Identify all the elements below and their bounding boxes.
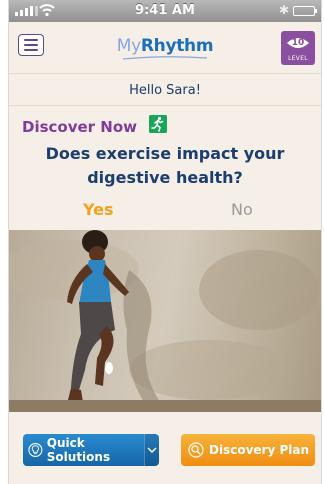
status-time: 9:41 AM [135, 3, 195, 18]
chevron-down-icon[interactable] [144, 434, 159, 466]
divider [9, 105, 321, 106]
running-person-icon [149, 115, 167, 133]
ground [9, 400, 321, 412]
battery-icon [293, 6, 317, 16]
discovery-plan-label: Discovery Plan [209, 443, 310, 457]
discovery-plan-button[interactable]: Discovery Plan [181, 434, 315, 466]
level-number: 10 [291, 38, 305, 48]
footer-bar: Quick Solutions Discovery Plan [9, 412, 321, 484]
app-logo: MyRhythm [9, 36, 321, 56]
runner-illustration [9, 230, 319, 410]
discovery-icon [188, 442, 204, 458]
status-bar: 9:41 AM ✱ [9, 0, 321, 22]
answer-no-button[interactable]: No [231, 200, 253, 219]
quick-solutions-label: Quick Solutions [46, 436, 111, 464]
app-header: MyRhythm 10 LEVEL [9, 22, 321, 74]
greeting-text: Hello Sara! [129, 83, 201, 98]
logo-swoosh-icon [122, 56, 208, 60]
level-badge[interactable]: 10 LEVEL [281, 31, 315, 65]
level-label: LEVEL [288, 55, 308, 62]
logo-part-my: My [116, 36, 141, 56]
quick-solutions-button[interactable]: Quick Solutions [23, 434, 159, 466]
lightbulb-icon [28, 442, 43, 458]
app-screen: 9:41 AM ✱ MyRhythm 10 LEVEL Hello Sara! … [8, 0, 322, 484]
logo-part-rhythm: Rhythm [140, 36, 214, 56]
question-text: Does exercise impact your digestive heal… [45, 144, 285, 187]
woman-running-photo [9, 230, 321, 412]
discover-title: Discover Now [22, 118, 138, 136]
answer-yes-button[interactable]: Yes [83, 200, 114, 219]
bluetooth-icon: ✱ [278, 3, 289, 17]
